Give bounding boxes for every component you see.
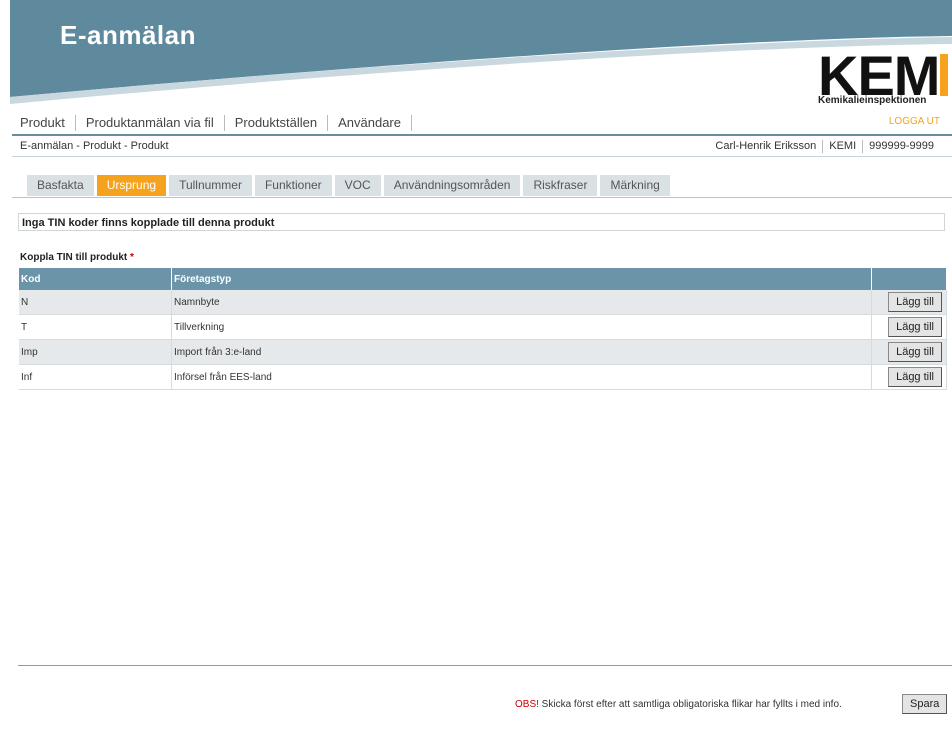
tab-riskfraser[interactable]: Riskfraser [523, 175, 598, 196]
table-row: Inf Införsel från EES-land Lägg till [19, 364, 947, 390]
logo-subtitle: Kemikalieinspektionen [818, 95, 927, 106]
cell-foretagstyp: Införsel från EES-land [171, 364, 872, 390]
app-title: E-anmälan [60, 20, 196, 50]
header-banner [10, 0, 952, 104]
required-marker: * [130, 252, 134, 263]
table-row: T Tillverkning Lägg till [19, 314, 947, 340]
info-message: Inga TIN koder finns kopplade till denna… [18, 213, 945, 231]
footer-note: OBS! Skicka först efter att samtliga obl… [515, 699, 842, 710]
logout-link[interactable]: LOGGA UT [889, 116, 940, 127]
table-row: Imp Import från 3:e-land Lägg till [19, 339, 947, 365]
nav-item-anvandare[interactable]: Användare [328, 115, 412, 131]
kemi-logo[interactable]: KEM Kemikalieinspektionen [818, 48, 948, 110]
logo-accent-bar [940, 54, 948, 96]
section-title: Koppla TIN till produkt * [20, 252, 134, 263]
cell-action: Lägg till [871, 290, 947, 315]
add-button[interactable]: Lägg till [888, 317, 942, 337]
cell-foretagstyp: Import från 3:e-land [171, 339, 872, 365]
add-button[interactable]: Lägg till [888, 292, 942, 312]
tab-anvandningsomraden[interactable]: Användningsområden [383, 175, 521, 196]
tab-tullnummer[interactable]: Tullnummer [169, 175, 252, 196]
column-header-action [871, 268, 947, 290]
cell-kod: Inf [19, 364, 172, 390]
footer-note-text: Skicka först efter att samtliga obligato… [538, 699, 842, 710]
tab-ursprung[interactable]: Ursprung [96, 175, 167, 196]
nav-item-produktstallen[interactable]: Produktställen [225, 115, 329, 131]
cell-action: Lägg till [871, 314, 947, 340]
section-title-text: Koppla TIN till produkt [20, 252, 128, 263]
save-button[interactable]: Spara [902, 694, 948, 714]
footer-divider [18, 665, 952, 666]
obs-label: OBS! [515, 699, 539, 710]
user-org: KEMI [822, 140, 862, 153]
main-nav: Produkt Produktanmälan via fil Produktst… [20, 115, 412, 131]
tab-voc[interactable]: VOC [334, 175, 381, 196]
table-row: N Namnbyte Lägg till [19, 290, 947, 315]
header: E-anmälan KEM Kemikalieinspektionen [0, 0, 952, 112]
nav-item-produktanmalan-via-fil[interactable]: Produktanmälan via fil [76, 115, 225, 131]
breadcrumb-divider [12, 156, 952, 157]
user-info: Carl-Henrik Eriksson KEMI 999999-9999 [709, 140, 940, 153]
cell-foretagstyp: Namnbyte [171, 290, 872, 315]
cell-kod: Imp [19, 339, 172, 365]
breadcrumb: E-anmälan - Produkt - Produkt [20, 140, 169, 152]
column-header-kod[interactable]: Kod [19, 268, 172, 290]
cell-action: Lägg till [871, 339, 947, 365]
tab-divider [12, 197, 952, 198]
table-header-row: Kod Företagstyp [19, 268, 947, 290]
tab-basfakta[interactable]: Basfakta [27, 175, 94, 196]
add-button[interactable]: Lägg till [888, 342, 942, 362]
column-header-foretagstyp[interactable]: Företagstyp [171, 268, 872, 290]
tab-markning[interactable]: Märkning [600, 175, 670, 196]
tab-bar: Basfakta Ursprung Tullnummer Funktioner … [27, 175, 673, 196]
nav-item-produkt[interactable]: Produkt [20, 115, 76, 131]
user-name: Carl-Henrik Eriksson [715, 140, 817, 152]
nav-divider [12, 134, 952, 136]
add-button[interactable]: Lägg till [888, 367, 942, 387]
cell-kod: N [19, 290, 172, 315]
user-number: 999999-9999 [862, 140, 940, 153]
cell-action: Lägg till [871, 364, 947, 390]
tin-table: Kod Företagstyp N Namnbyte Lägg till T T… [19, 268, 947, 390]
cell-foretagstyp: Tillverkning [171, 314, 872, 340]
tab-funktioner[interactable]: Funktioner [254, 175, 332, 196]
cell-kod: T [19, 314, 172, 340]
